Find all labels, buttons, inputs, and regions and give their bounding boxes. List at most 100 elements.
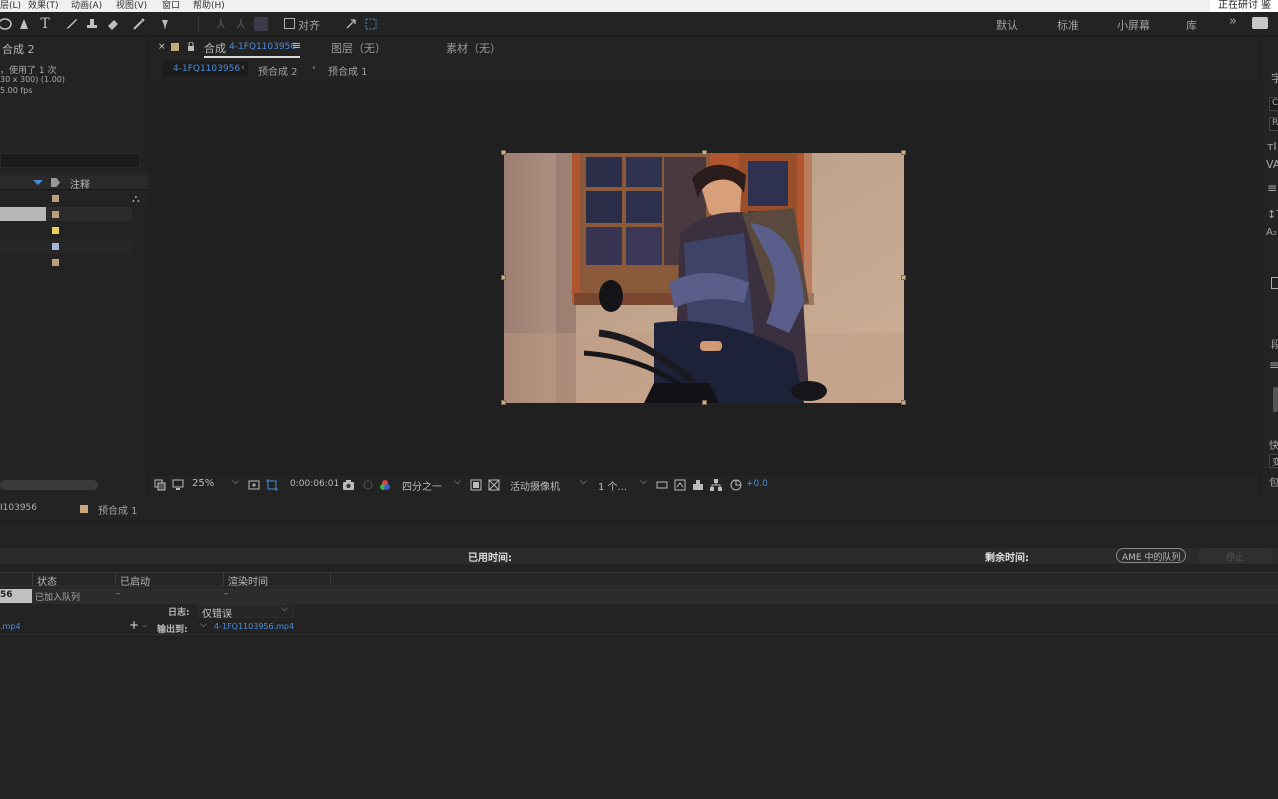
workspace-library[interactable]: 库 (1186, 17, 1197, 33)
timecode[interactable]: 0:00:06:01 (290, 479, 339, 489)
font-family-field[interactable]: C (1269, 97, 1278, 111)
transform-handle[interactable] (501, 275, 506, 280)
color-channels-icon[interactable] (379, 479, 391, 491)
puppet-pin-icon[interactable] (156, 15, 174, 33)
align-left-icon[interactable]: ≡ (1269, 358, 1278, 372)
tab-precomp[interactable]: 预合成 1 (98, 502, 138, 517)
label-tag-icon[interactable] (51, 178, 60, 187)
lock-icon[interactable] (187, 42, 195, 52)
shortcut-field[interactable]: 变 (1269, 454, 1278, 468)
align-checkbox[interactable] (284, 18, 295, 29)
label-swatch[interactable] (52, 195, 59, 202)
monitor-icon[interactable] (172, 479, 184, 491)
target-region-icon[interactable] (470, 479, 482, 491)
breadcrumb-item-current[interactable]: 4-1FQ1103956 (173, 64, 240, 74)
font-size-icon[interactable]: тI (1267, 140, 1277, 153)
stop-button[interactable]: 停止 (1198, 548, 1272, 563)
workspace-more-icon[interactable]: » (1229, 14, 1237, 29)
transform-handle[interactable] (901, 275, 906, 280)
resolution-dropdown[interactable]: 四分之一 (402, 478, 442, 493)
project-row[interactable] (0, 223, 148, 239)
add-output-icon[interactable]: + (129, 618, 139, 632)
composition-image[interactable] (504, 153, 904, 403)
project-scrollbar[interactable] (0, 480, 98, 490)
ellipse-tool-icon[interactable] (0, 15, 14, 33)
axis-local-icon[interactable]: ⅄ (212, 15, 230, 33)
workspace-default[interactable]: 默认 (996, 17, 1018, 33)
tab-layer[interactable]: 图层（无） (331, 40, 386, 56)
breadcrumb-item[interactable]: 预合成 2 (258, 63, 298, 78)
tab-menu-icon[interactable]: ≡ (292, 39, 301, 52)
tab-footage[interactable]: 素材（无） (446, 40, 501, 56)
pen-tool-icon[interactable] (15, 15, 33, 33)
menu-layer[interactable]: 层(L) (0, 0, 21, 11)
output-chevron-down-icon[interactable]: ⌵ (200, 620, 207, 630)
output-file-link[interactable]: 4-1FQ1103956.mp4 (214, 622, 294, 631)
comp-flowchart-icon[interactable] (710, 479, 722, 491)
label-swatch[interactable] (52, 243, 59, 250)
project-row[interactable]: ⛬ (0, 191, 148, 207)
log-dropdown[interactable]: 仅错误 ⌵ (198, 604, 294, 620)
render-item-row[interactable]: 56 已加入队列 – – (0, 588, 1278, 604)
faux-bold-checkbox[interactable] (1271, 277, 1278, 289)
transform-handle[interactable] (901, 400, 906, 405)
tab-comp[interactable]: I103956 (0, 503, 37, 513)
transform-handle[interactable] (901, 150, 906, 155)
transform-handle[interactable] (501, 150, 506, 155)
brush-tool-icon[interactable] (62, 15, 80, 33)
sort-arrow-icon[interactable] (33, 180, 43, 185)
menu-help[interactable]: 帮助(H) (193, 0, 225, 11)
fit-frame-icon[interactable] (248, 479, 260, 491)
column-comment[interactable]: 注释 (70, 176, 90, 191)
transparency-grid-icon[interactable] (488, 479, 500, 491)
close-tab-icon[interactable]: × (158, 42, 166, 52)
search-help-icon[interactable] (1252, 17, 1268, 29)
axis-view-icon[interactable] (252, 15, 270, 33)
font-style-field[interactable]: R (1269, 117, 1278, 131)
show-snapshot-icon[interactable] (362, 479, 374, 491)
transform-handle[interactable] (501, 400, 506, 405)
project-search-input[interactable] (0, 153, 140, 168)
column-render-time[interactable]: 渲染时间 (228, 573, 268, 588)
label-swatch[interactable] (52, 227, 59, 234)
menu-window[interactable]: 窗口 (162, 0, 180, 11)
menu-view[interactable]: 视图(V) (116, 0, 147, 11)
transform-handle[interactable] (702, 400, 707, 405)
column-status[interactable]: 状态 (37, 573, 57, 588)
eraser-tool-icon[interactable] (104, 15, 122, 33)
remove-output-icon[interactable]: – (142, 619, 148, 632)
clone-stamp-icon[interactable] (83, 15, 101, 33)
roto-brush-icon[interactable] (130, 15, 148, 33)
workspace-standard[interactable]: 标准 (1057, 17, 1079, 33)
breadcrumb-item[interactable]: 预合成 1 (328, 63, 368, 78)
label-swatch[interactable] (52, 211, 59, 218)
timeline-icon[interactable] (692, 479, 704, 491)
camera-dropdown[interactable]: 活动摄像机 (510, 478, 560, 493)
views-chevron-down-icon[interactable]: ⌵ (640, 477, 647, 487)
column-started[interactable]: 已启动 (120, 573, 150, 588)
zoom-dropdown[interactable]: 25% (192, 478, 214, 489)
axis-world-icon[interactable]: ⅄ (232, 15, 250, 33)
queue-in-ame-button[interactable]: AME 中的队列 (1116, 548, 1187, 563)
project-row[interactable] (0, 239, 148, 255)
kerning-icon[interactable]: VA (1266, 158, 1278, 171)
comp-tab-prefix[interactable]: 合成 (204, 40, 226, 56)
transform-handle[interactable] (702, 150, 707, 155)
menu-animation[interactable]: 动画(A) (71, 0, 102, 11)
output-module-file[interactable]: .mp4 (0, 622, 21, 631)
exposure-value[interactable]: +0.0 (746, 479, 768, 489)
paragraph-align-icon[interactable]: ≡ (1267, 181, 1277, 195)
workspace-small-screen[interactable]: 小屏幕 (1117, 17, 1150, 33)
camera-chevron-down-icon[interactable]: ⌵ (580, 477, 587, 487)
snap-grid-icon[interactable] (362, 15, 380, 33)
camera-snapshot-icon[interactable] (342, 479, 355, 491)
reset-exposure-icon[interactable] (730, 479, 742, 491)
panel-scrollbar[interactable] (1273, 387, 1278, 412)
project-row[interactable] (0, 207, 148, 223)
resolution-chevron-down-icon[interactable]: ⌵ (454, 477, 461, 487)
flowchart-icon[interactable]: ⛬ (132, 192, 140, 206)
project-row[interactable] (0, 255, 148, 271)
toggle-pixel-aspect-icon[interactable] (656, 479, 668, 491)
always-preview-icon[interactable] (154, 479, 166, 491)
label-swatch[interactable] (52, 259, 59, 266)
